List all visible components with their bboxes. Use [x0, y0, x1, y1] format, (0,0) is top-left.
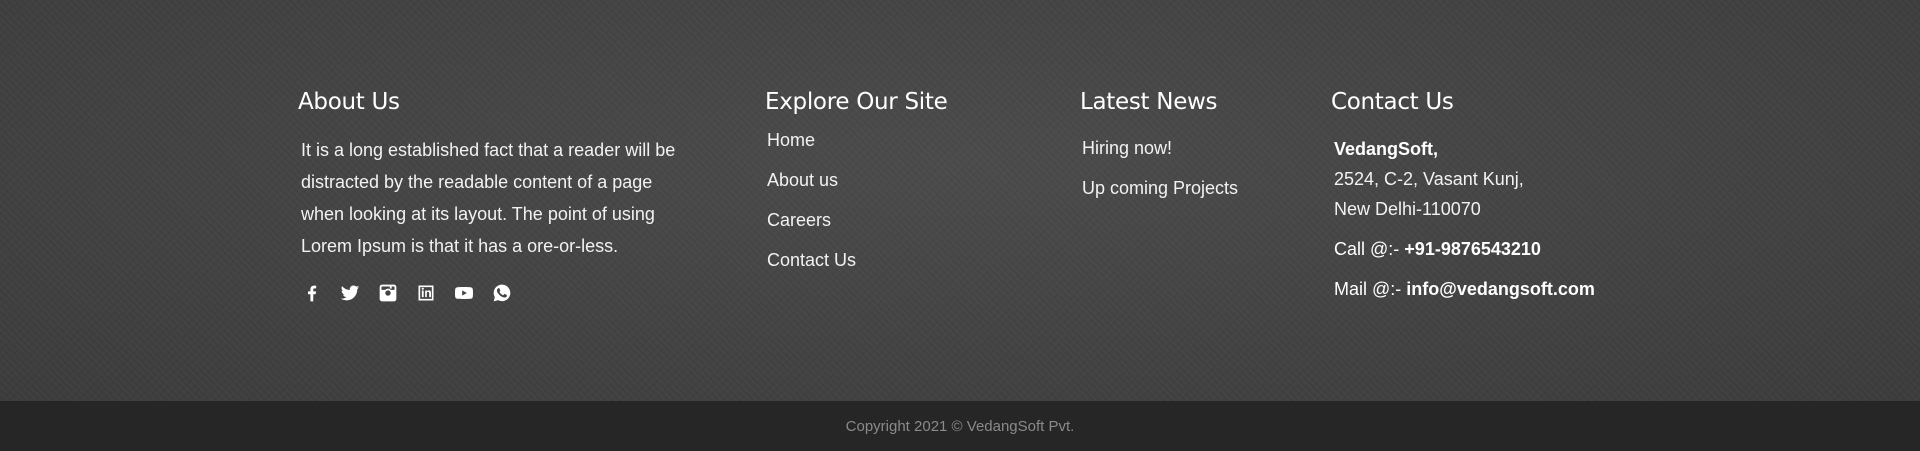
linkedin-icon[interactable]	[415, 282, 437, 304]
explore-links: Home About us Careers Contact Us	[765, 120, 1005, 280]
link-contact-us[interactable]: Contact Us	[767, 240, 1005, 280]
news-item-hiring[interactable]: Hiring now!	[1082, 128, 1320, 168]
explore-title: Explore Our Site	[765, 89, 948, 115]
twitter-icon[interactable]	[339, 282, 361, 304]
copyright-text: Copyright 2021 © VedangSoft Pvt.	[845, 417, 1075, 435]
facebook-icon[interactable]	[301, 282, 323, 304]
address-line-1: 2524, C-2, Vasant Kunj,	[1334, 169, 1524, 189]
mail-link[interactable]: info@vedangsoft.com	[1406, 279, 1595, 299]
explore-section: Explore Our Site Home About us Careers C…	[765, 86, 1005, 280]
link-about-us[interactable]: About us	[767, 160, 1005, 200]
news-section: Latest News Hiring now! Up coming Projec…	[1080, 86, 1320, 208]
about-text: It is a long established fact that a rea…	[301, 140, 676, 256]
address-line-2: New Delhi-110070	[1334, 199, 1481, 219]
about-section: About Us It is a long established fact t…	[298, 86, 698, 304]
copyright-bar: Copyright 2021 © VedangSoft Pvt.	[0, 401, 1920, 451]
about-title: About Us	[298, 89, 400, 115]
mail-label: Mail @:-	[1334, 279, 1402, 299]
contact-section: Contact Us VedangSoft, 2524, C-2, Vasant…	[1331, 86, 1661, 304]
news-list: Hiring now! Up coming Projects	[1080, 128, 1320, 208]
mail-row: Mail @:- info@vedangsoft.com	[1334, 274, 1661, 304]
company-name: VedangSoft,	[1334, 139, 1439, 159]
phone-label: Call @:-	[1334, 239, 1400, 259]
news-title: Latest News	[1080, 89, 1218, 115]
whatsapp-icon[interactable]	[491, 282, 513, 304]
link-home[interactable]: Home	[767, 120, 1005, 160]
instagram-icon[interactable]	[377, 282, 399, 304]
phone-link[interactable]: +91-9876543210	[1404, 239, 1541, 259]
footer-main: About Us It is a long established fact t…	[0, 0, 1920, 401]
youtube-icon[interactable]	[453, 282, 475, 304]
news-item-projects[interactable]: Up coming Projects	[1082, 168, 1320, 208]
contact-title: Contact Us	[1331, 89, 1454, 115]
phone-row: Call @:- +91-9876543210	[1334, 234, 1661, 264]
social-links	[301, 282, 698, 304]
link-careers[interactable]: Careers	[767, 200, 1005, 240]
